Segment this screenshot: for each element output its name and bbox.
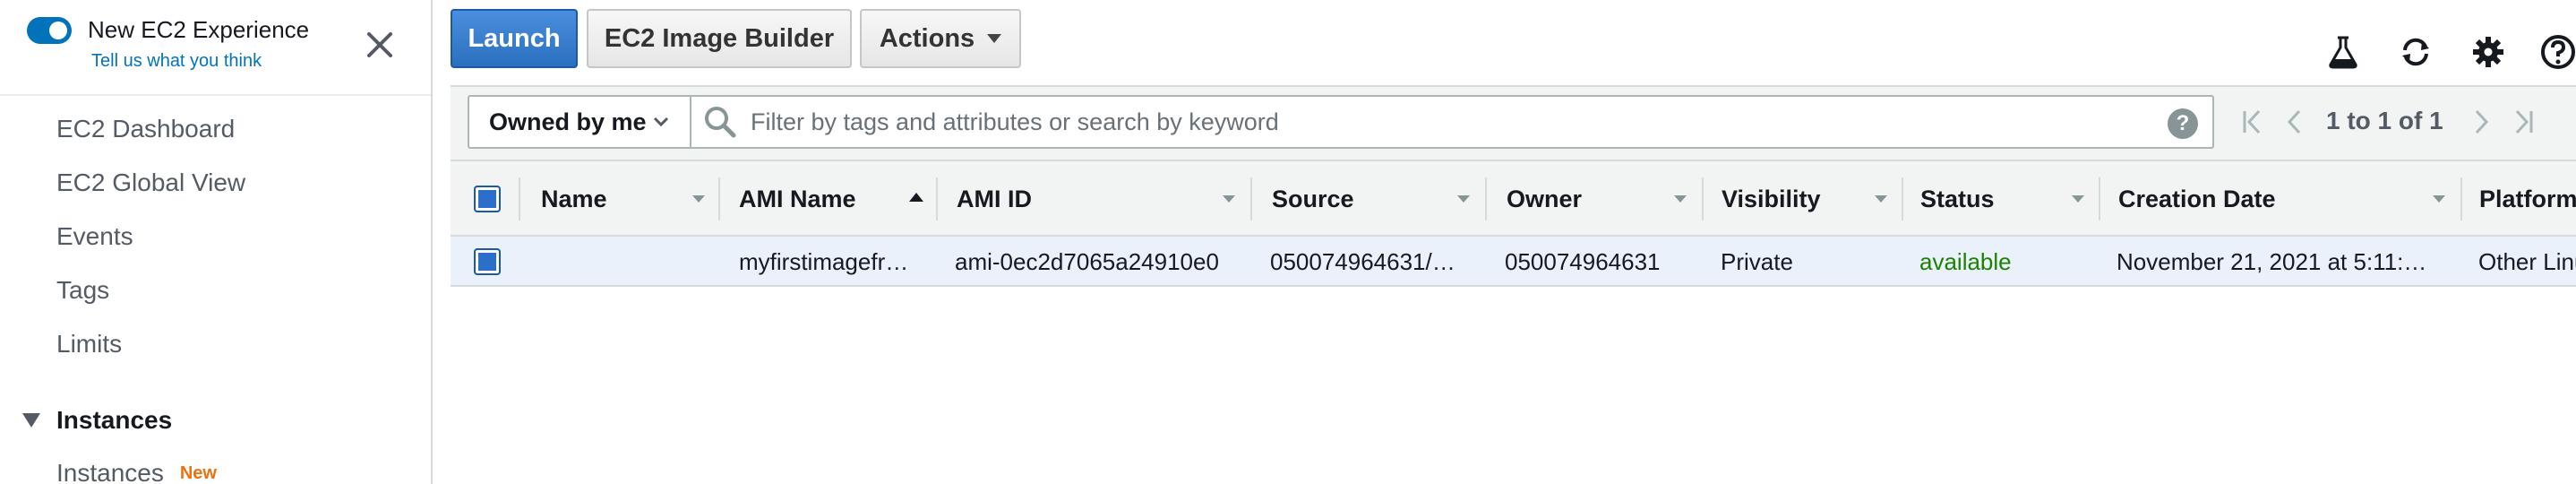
sidebar-item-label: Instances bbox=[56, 459, 164, 484]
refresh-icon[interactable] bbox=[2398, 34, 2434, 70]
table-header: Name AMI Name AMI ID Source Owner Visibi… bbox=[451, 161, 2576, 237]
cell-name bbox=[541, 237, 711, 287]
image-builder-button[interactable]: EC2 Image Builder bbox=[587, 9, 852, 68]
sidebar-item-instances[interactable]: Instances New bbox=[56, 459, 217, 484]
column-header-name[interactable]: Name bbox=[541, 161, 607, 237]
search-field[interactable]: ? bbox=[691, 95, 2214, 149]
sidebar-item-tags[interactable]: Tags bbox=[56, 276, 109, 305]
cell-ami-id: ami-0ec2d7065a24910e0 bbox=[955, 247, 1219, 275]
cell-creation-date: November 21, 2021 at 5:11:… bbox=[2117, 247, 2427, 275]
gear-icon[interactable] bbox=[2470, 34, 2506, 70]
sidebar-item-ec2-global-view[interactable]: EC2 Global View bbox=[56, 169, 245, 197]
sidebar-section-label: Instances bbox=[56, 406, 173, 434]
select-all-checkbox[interactable] bbox=[474, 186, 501, 212]
column-divider bbox=[718, 177, 720, 220]
pagination-text: 1 to 1 of 1 bbox=[2326, 107, 2443, 134]
column-divider bbox=[2460, 177, 2462, 220]
next-page-icon[interactable] bbox=[2468, 106, 2496, 138]
column-divider bbox=[1702, 177, 1704, 220]
cell-status: available bbox=[1919, 247, 2012, 275]
column-divider bbox=[1485, 177, 1487, 220]
new-experience-row: New EC2 Experience bbox=[27, 16, 309, 44]
feedback-link[interactable]: Tell us what you think bbox=[91, 51, 262, 72]
row-checkbox[interactable] bbox=[474, 248, 501, 275]
sort-icon[interactable] bbox=[2433, 195, 2445, 203]
column-divider bbox=[2099, 177, 2100, 220]
column-divider bbox=[1902, 177, 1903, 220]
search-help-icon[interactable]: ? bbox=[2168, 108, 2198, 139]
sort-ascending-icon[interactable] bbox=[909, 193, 923, 202]
cell-owner: 050074964631 bbox=[1505, 247, 1661, 275]
sidebar-item-events[interactable]: Events bbox=[56, 222, 133, 251]
cell-visibility: Private bbox=[1721, 247, 1793, 275]
table-row[interactable]: myfirstimagefr… ami-0ec2d7065a24910e0 05… bbox=[451, 237, 2576, 287]
column-divider bbox=[519, 177, 520, 220]
sort-icon[interactable] bbox=[1457, 195, 1470, 203]
column-header-status[interactable]: Status bbox=[1920, 161, 1995, 237]
launch-button-label: Launch bbox=[468, 23, 561, 53]
cell-ami-name: myfirstimagefr… bbox=[739, 247, 909, 275]
column-header-source[interactable]: Source bbox=[1272, 161, 1354, 237]
launch-button[interactable]: Launch bbox=[451, 9, 578, 68]
owner-filter-value: Owned by me bbox=[489, 108, 647, 135]
cell-source: 050074964631/… bbox=[1270, 247, 1455, 275]
sort-icon[interactable] bbox=[2072, 195, 2084, 203]
new-experience-title: New EC2 Experience bbox=[88, 16, 310, 43]
prev-page-icon[interactable] bbox=[2280, 106, 2308, 138]
sidebar-item-ec2-dashboard[interactable]: EC2 Dashboard bbox=[56, 115, 235, 143]
cell-platform: Other Linu bbox=[2478, 247, 2576, 275]
close-icon[interactable] bbox=[362, 27, 398, 63]
last-page-icon[interactable] bbox=[2508, 106, 2537, 138]
search-input[interactable] bbox=[751, 108, 2130, 136]
column-header-ami-name[interactable]: AMI Name bbox=[739, 161, 856, 237]
column-header-visibility[interactable]: Visibility bbox=[1722, 161, 1821, 237]
sidebar-item-limits[interactable]: Limits bbox=[56, 330, 122, 359]
caret-down-icon bbox=[22, 413, 40, 428]
owner-filter-select[interactable]: Owned by me bbox=[468, 95, 691, 149]
chevron-down-icon bbox=[653, 117, 669, 127]
image-builder-button-label: EC2 Image Builder bbox=[604, 23, 835, 53]
actions-button[interactable]: Actions bbox=[860, 9, 1021, 68]
sidebar-divider bbox=[0, 94, 431, 96]
column-divider bbox=[1250, 177, 1252, 220]
actions-button-label: Actions bbox=[879, 23, 975, 53]
sort-icon[interactable] bbox=[692, 195, 705, 203]
sort-icon[interactable] bbox=[1674, 195, 1687, 203]
column-header-owner[interactable]: Owner bbox=[1507, 161, 1582, 237]
sidebar-section-instances[interactable]: Instances bbox=[22, 406, 172, 435]
dropdown-caret-icon bbox=[987, 34, 1002, 43]
column-header-ami-id[interactable]: AMI ID bbox=[957, 161, 1032, 237]
column-divider bbox=[936, 177, 938, 220]
search-icon bbox=[705, 107, 736, 138]
flask-icon[interactable] bbox=[2325, 34, 2361, 70]
new-experience-toggle[interactable] bbox=[27, 16, 72, 44]
sidebar: New EC2 Experience Tell us what you thin… bbox=[0, 0, 433, 484]
new-badge: New bbox=[179, 462, 217, 483]
first-page-icon[interactable] bbox=[2239, 106, 2268, 138]
sort-icon[interactable] bbox=[1875, 195, 1887, 203]
help-icon[interactable] bbox=[2540, 34, 2576, 70]
sort-icon[interactable] bbox=[1223, 195, 1235, 203]
column-header-platform[interactable]: Platform bbox=[2479, 161, 2576, 237]
column-header-creation-date[interactable]: Creation Date bbox=[2118, 161, 2276, 237]
